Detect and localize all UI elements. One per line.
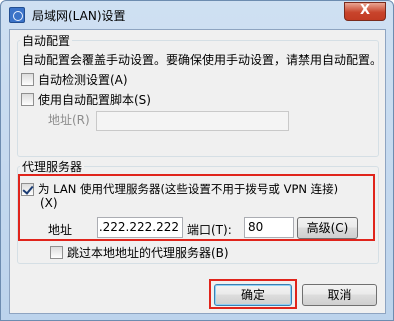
proxy-address-input[interactable]: 2.222.222.222: [97, 217, 183, 238]
use-script-checkbox[interactable]: [21, 92, 34, 106]
proxy-port-label: 端口(T):: [187, 223, 232, 237]
network-settings-icon: [9, 7, 25, 23]
title-bar[interactable]: 局域网(LAN)设置 X: [1, 1, 393, 29]
bypass-local-checkbox-row[interactable]: 跳过本地地址的代理服务器(B): [50, 244, 229, 260]
use-proxy-checkbox[interactable]: [21, 182, 34, 196]
ok-button[interactable]: 确定: [214, 284, 292, 306]
proxy-address-label: 地址: [48, 223, 73, 237]
use-proxy-label-accelerator: (X): [40, 196, 58, 210]
cancel-button[interactable]: 取消: [302, 284, 377, 306]
proxy-port-input[interactable]: 80: [244, 217, 294, 238]
script-address-input[interactable]: [96, 111, 289, 131]
lan-settings-dialog: 局域网(LAN)设置 X 自动配置 自动配置会覆盖手动设置。要确保使用手动设置，…: [0, 0, 394, 321]
script-address-label: 地址(R): [48, 113, 90, 127]
auto-detect-checkbox[interactable]: [21, 72, 34, 86]
auto-detect-label: 自动检测设置(A): [38, 72, 128, 87]
bypass-local-label: 跳过本地地址的代理服务器(B): [67, 245, 229, 260]
proxy-group-title: 代理服务器: [20, 160, 85, 174]
window-title: 局域网(LAN)设置: [32, 9, 126, 23]
auto-config-description: 自动配置会覆盖手动设置。要确保使用手动设置，请禁用自动配置。: [22, 53, 374, 67]
close-button[interactable]: X: [344, 2, 386, 21]
auto-config-group-title: 自动配置: [20, 34, 73, 48]
dialog-client-area: 自动配置 自动配置会覆盖手动设置。要确保使用手动设置，请禁用自动配置。 自动检测…: [9, 29, 386, 314]
use-script-label: 使用自动配置脚本(S): [38, 92, 151, 107]
use-proxy-label: 为 LAN 使用代理服务器(这些设置不用于拨号或 VPN 连接): [38, 182, 339, 196]
advanced-button[interactable]: 高级(C): [297, 217, 358, 239]
use-script-checkbox-row[interactable]: 使用自动配置脚本(S): [21, 91, 151, 107]
use-proxy-checkbox-row[interactable]: 为 LAN 使用代理服务器(这些设置不用于拨号或 VPN 连接): [21, 180, 338, 198]
bypass-local-checkbox[interactable]: [50, 245, 63, 259]
auto-detect-checkbox-row[interactable]: 自动检测设置(A): [21, 71, 128, 87]
